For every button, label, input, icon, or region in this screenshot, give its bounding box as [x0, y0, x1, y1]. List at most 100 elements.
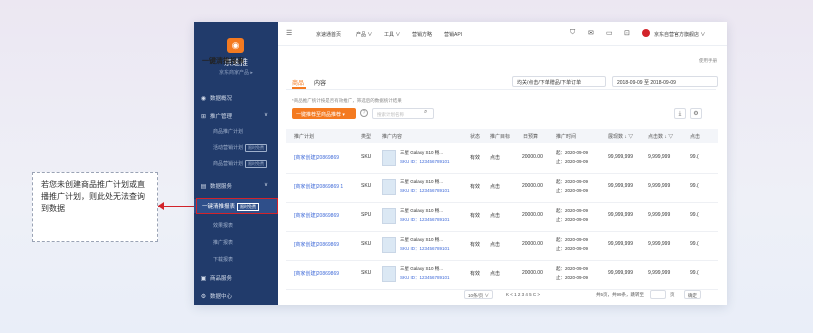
message-icon[interactable]: ▭: [606, 29, 613, 37]
th-shows[interactable]: 展现数 ↓ ▽: [608, 133, 633, 140]
confirm-button[interactable]: 确定: [684, 290, 701, 299]
product-title[interactable]: 三星 Galaxy S10 畅...: [400, 266, 443, 272]
budget-cell: 20000.00: [522, 212, 543, 218]
notification-icon[interactable]: ✉: [588, 29, 594, 37]
table-note: *商品推广统计按是否有效推广，筛选后的数据统计结果: [292, 98, 402, 103]
sidebar-item-overview[interactable]: ◉ 数据概况: [200, 94, 232, 102]
th-content: 推广内容: [382, 134, 403, 140]
sidebar-sub-item[interactable]: 商品推广计划: [213, 128, 243, 135]
sidebar-item-data-center[interactable]: ⚙ 数据中心: [200, 292, 232, 300]
th-clicks[interactable]: 点击数 ↓ ▽: [648, 133, 673, 140]
plan-link[interactable]: [商家创建]20869869: [294, 212, 339, 219]
sidebar-sub-item[interactable]: 效果报表: [213, 222, 233, 229]
table-row: [商家创建]20869869 SPU 三星 Galaxy S10 畅... SKU I…: [286, 202, 718, 232]
more-cell: 99.(: [690, 270, 699, 276]
sku-id[interactable]: SKU ID：123456789101: [400, 188, 450, 194]
type-cell: SKU: [361, 270, 372, 276]
clicks-cell: 9,999,999: [648, 212, 671, 218]
sidebar-sub-item[interactable]: 商品营销计划 限时免费: [213, 160, 268, 168]
product-thumbnail[interactable]: [382, 208, 396, 224]
more-cell: 99.(: [690, 154, 699, 160]
pagination[interactable]: K < 1 2 3 4 5 C >: [506, 292, 540, 297]
sidebar-sub-item[interactable]: 活动营销计划 限时免费: [213, 144, 268, 152]
shows-cell: 99,999,999: [608, 183, 634, 189]
plan-link[interactable]: [商家创建]20869869: [294, 154, 339, 161]
download-icon[interactable]: ⤓: [674, 108, 686, 119]
chevron-down-icon: ∨: [264, 182, 269, 188]
shows-cell: 99,999,999: [608, 154, 634, 160]
page-size-select[interactable]: 10条/页 ∨: [464, 290, 494, 299]
metric-select[interactable]: 均关/点击/下单赠品/下单订单: [512, 76, 606, 87]
shows-cell: 99,999,999: [608, 241, 634, 247]
status-cell: 有效: [470, 271, 481, 277]
nav-home[interactable]: 京速通首页: [316, 31, 341, 38]
clicks-cell: 9,999,999: [648, 270, 671, 276]
th-budget: 日预算: [523, 134, 539, 140]
end-time: 止：2020-09-09: [556, 188, 589, 193]
plan-link[interactable]: [商家创建]20869869 1: [294, 183, 343, 190]
tab-content[interactable]: 内容: [314, 78, 326, 87]
goal-cell: 点击: [490, 271, 501, 277]
th-more: 点击: [690, 134, 701, 140]
product-thumbnail[interactable]: [382, 179, 396, 195]
goal-cell: 点击: [490, 184, 501, 190]
start-time: 起：2020-09-09: [556, 208, 589, 213]
product-thumbnail[interactable]: [382, 237, 396, 253]
pager-unit: 页: [670, 292, 675, 297]
manual-link[interactable]: 使用手册: [699, 58, 717, 64]
budget-cell: 20000.00: [522, 154, 543, 160]
plan-link[interactable]: [商家创建]20869869: [294, 270, 339, 277]
sidebar-item-promotion[interactable]: ⊞ 推广管理 ∨: [200, 112, 268, 120]
product-title[interactable]: 三星 Galaxy S10 畅...: [400, 208, 443, 214]
shield-icon[interactable]: ⛉: [570, 29, 575, 37]
user-name[interactable]: 京东自营官方旗舰店 ∨: [654, 31, 705, 38]
search-icon[interactable]: ⌕: [424, 109, 427, 116]
th-time: 推广时间: [556, 134, 577, 140]
sku-id[interactable]: SKU ID：123456789101: [400, 246, 450, 252]
avatar[interactable]: [642, 29, 650, 37]
product-title[interactable]: 三星 Galaxy S10 畅...: [400, 150, 443, 156]
add-to-recommend-button[interactable]: 一键推荐至商品推荐 ▾: [292, 108, 356, 119]
settings-icon[interactable]: ⚙: [690, 108, 702, 119]
free-badge: 限时免费: [245, 144, 268, 152]
tab-goods[interactable]: 商品: [292, 78, 304, 87]
sku-id[interactable]: SKU ID：123456789101: [400, 217, 450, 223]
end-time: 止：2020-09-09: [556, 159, 589, 164]
sidebar-sub-item[interactable]: 推广报表: [213, 239, 233, 246]
nav-api[interactable]: 营销API: [444, 31, 462, 38]
help-icon[interactable]: ⊡: [624, 29, 630, 37]
th-plan[interactable]: 推广计划: [294, 133, 314, 140]
nav-strategy[interactable]: 营销方略: [412, 31, 432, 38]
budget-cell: 20000.00: [522, 241, 543, 247]
more-cell: 99.(: [690, 241, 699, 247]
brand-sub[interactable]: 京东商家产品 ▸: [194, 69, 278, 76]
pager-total: 共5页，共99条，跳转至: [596, 292, 645, 297]
page-jump-input[interactable]: [650, 290, 666, 299]
sku-id[interactable]: SKU ID：123456789101: [400, 275, 450, 281]
product-title[interactable]: 三星 Galaxy S10 畅...: [400, 179, 443, 185]
nav-tools[interactable]: 工具 ∨: [384, 31, 400, 38]
th-goal: 推广目标: [490, 134, 511, 140]
start-time: 起：2020-09-09: [556, 179, 589, 184]
sidebar-sub-item[interactable]: 下载报表: [213, 256, 233, 263]
app-window: ◉ 京速推 京东商家产品 ▸ ◉ 数据概况 ⊞ 推广管理 ∨ 商品推广计划 活动营销计…: [194, 22, 727, 305]
question-icon[interactable]: ?: [360, 109, 368, 117]
product-thumbnail[interactable]: [382, 150, 396, 166]
type-cell: SKU: [361, 154, 372, 160]
th-status: 状态: [470, 134, 481, 140]
product-thumbnail[interactable]: [382, 266, 396, 282]
table-row: [商家创建]20869869 SKU 三星 Galaxy S10 畅... SKU I…: [286, 231, 718, 261]
overview-icon: ◉: [200, 96, 207, 102]
plan-link[interactable]: [商家创建]20869869: [294, 241, 339, 248]
tab-divider: [286, 89, 716, 90]
sku-id[interactable]: SKU ID：123456789101: [400, 159, 450, 165]
date-range-picker[interactable]: 2018-09-09 至 2018-09-09: [612, 76, 718, 87]
sidebar-item-goods[interactable]: ▣ 商品服务: [200, 274, 232, 282]
status-cell: 有效: [470, 242, 481, 248]
sidebar-item-data-service[interactable]: ▤ 数据服务 ∨: [200, 182, 268, 190]
table-row: [商家创建]20869869 SKU 三星 Galaxy S10 畅... SKU I…: [286, 260, 718, 290]
menu-icon[interactable]: ☰: [286, 29, 292, 37]
page-title: 一键清推报表: [202, 58, 244, 65]
product-title[interactable]: 三星 Galaxy S10 畅...: [400, 237, 443, 243]
nav-products[interactable]: 产品 ∨: [356, 31, 372, 38]
